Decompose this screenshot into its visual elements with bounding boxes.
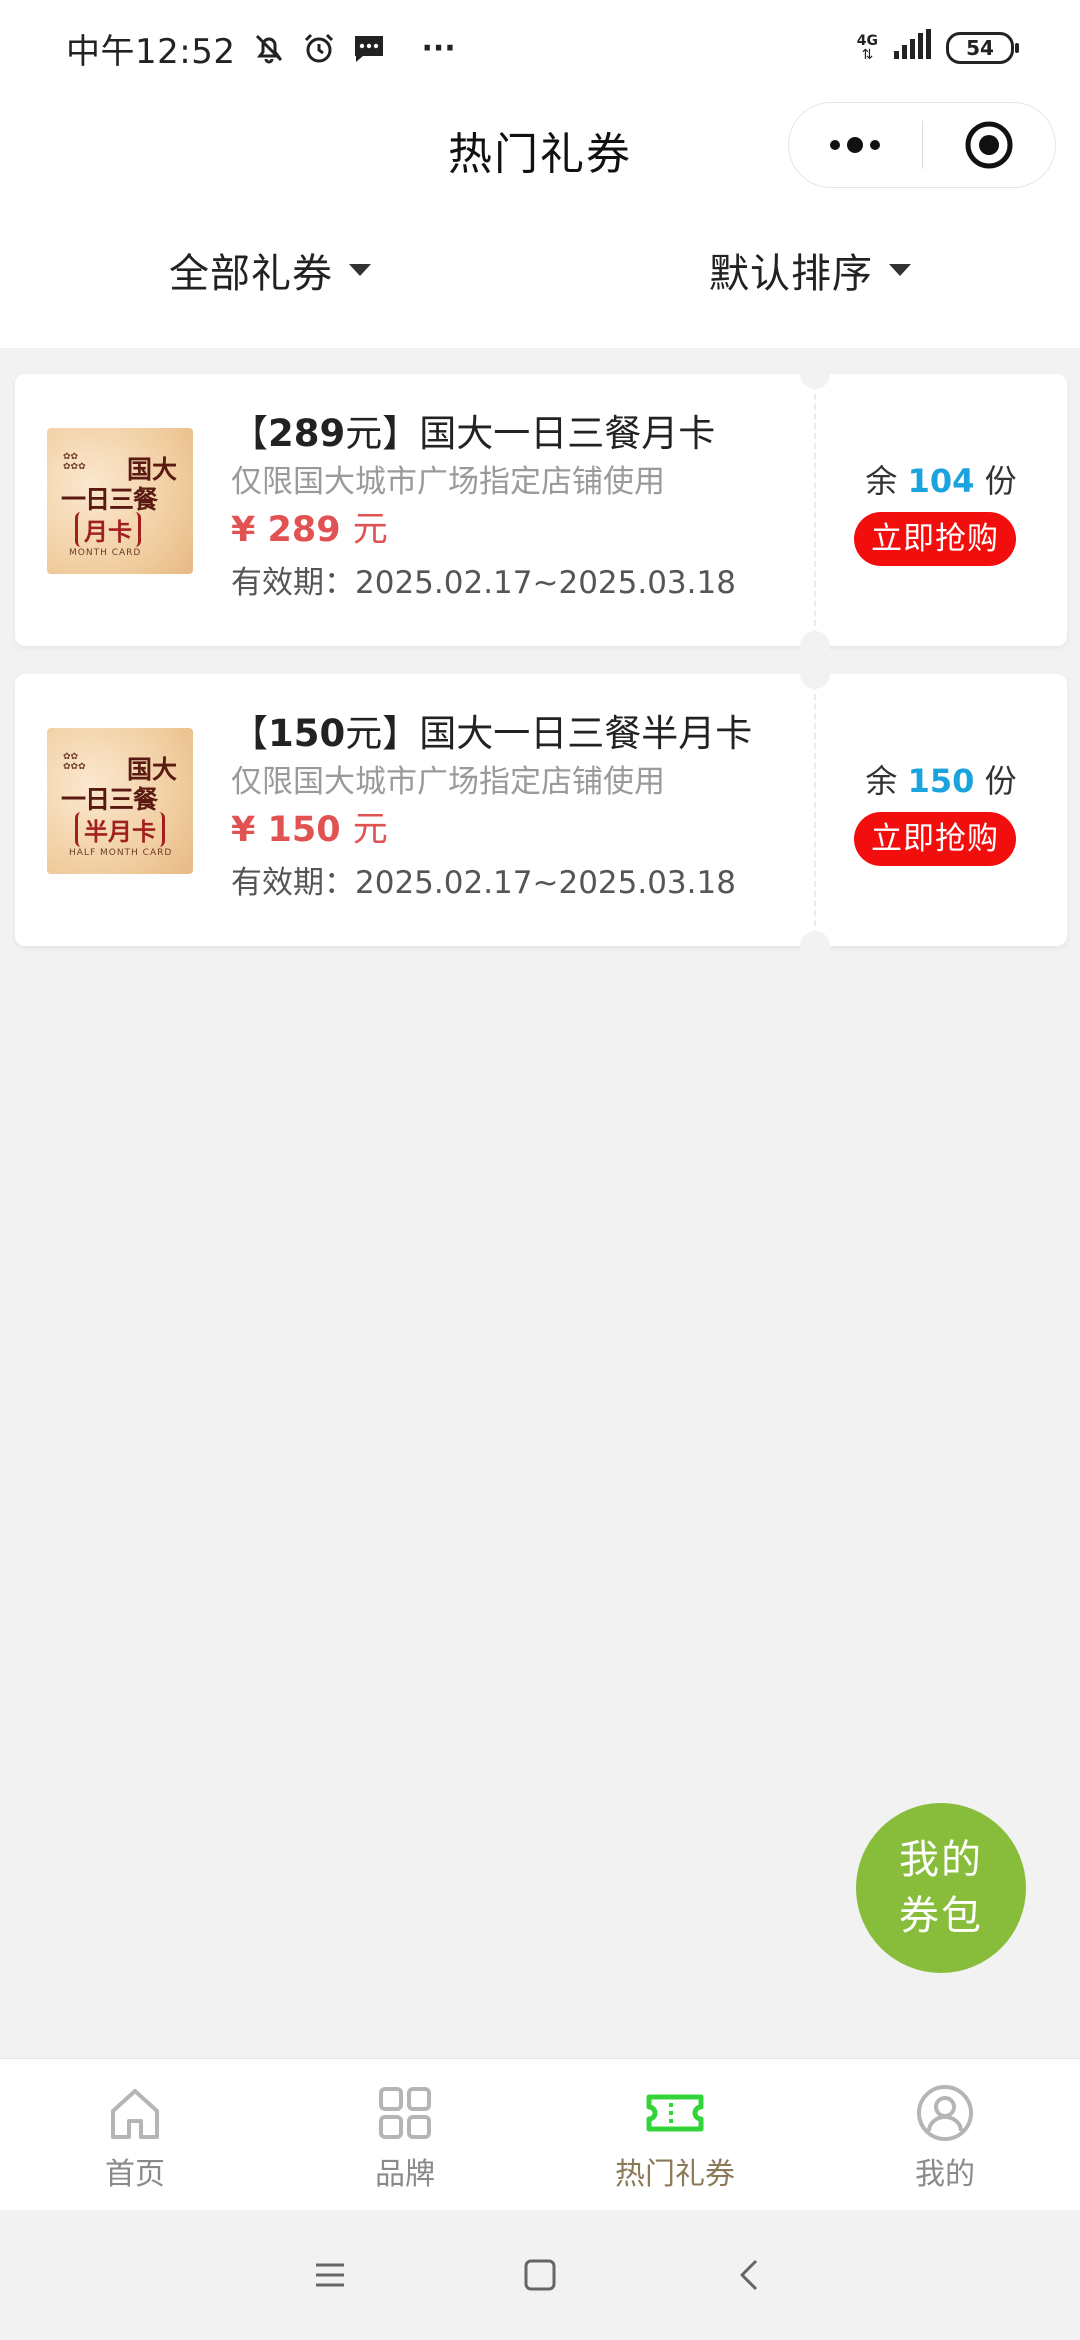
alarm-icon [301,30,337,66]
remain-suffix: 份 [984,462,1017,500]
coupon-image-text: MONTH CARD [69,548,142,558]
buy-now-button[interactable]: 立即抢购 [854,512,1016,566]
caret-down-icon [349,264,371,276]
remain-suffix: 份 [984,762,1017,800]
coupon-image: ✿✿ ✿✿✿ 国大 一日三餐 半月卡 HALF MONTH CARD [47,728,193,874]
currency-symbol: ¥ [231,810,256,850]
coupon-title: 【289元】国大一日三餐月卡 [231,408,811,460]
coupon-image-text: 月卡 [75,512,141,547]
network-indicator: 4G ⇅ [857,34,878,62]
coupon-title-amount: 289 [268,412,346,455]
message-icon [351,30,387,66]
battery-indicator: 54 [946,32,1019,64]
coupon-title: 【150元】国大一日三餐半月卡 [231,708,811,760]
tab-brand[interactable]: 品牌 [270,2059,540,2210]
target-close-icon [965,121,1013,169]
category-filter-label: 全部礼券 [169,251,333,297]
price-unit: 元 [352,510,388,550]
coupon-image-text: HALF MONTH CARD [69,848,173,858]
coupon-image-text: 半月卡 [75,812,165,847]
mini-program-capsule [788,102,1056,188]
nav-bar: 热门礼券 [0,96,1080,192]
close-button[interactable] [923,103,1056,187]
network-type: 4G [856,33,878,49]
coupon-card[interactable]: ✿✿ ✿✿✿ 国大 一日三餐 月卡 MONTH CARD 【289元】国大一日三餐… [15,359,1067,661]
tab-home[interactable]: 首页 [0,2059,270,2210]
status-time: 中午12:52 [66,31,236,72]
remain-prefix: 余 [865,462,898,500]
status-right: 4G ⇅ 54 [857,28,1019,68]
coupon-validity: 有效期：2025.02.17~2025.03.18 [231,565,736,601]
coupon-side: 余 150 份 立即抢购 [815,674,1067,946]
signal-icon [892,28,932,68]
coupon-image: ✿✿ ✿✿✿ 国大 一日三餐 月卡 MONTH CARD [47,428,193,574]
home-icon [111,2089,159,2139]
tab-bar: 首页 品牌 热门礼券 我的 [0,2058,1080,2210]
filter-bar: 全部礼券 默认排序 [0,192,1080,348]
coupon-validity: 有效期：2025.02.17~2025.03.18 [231,865,736,901]
coupon-title-unit: 元 [345,712,383,755]
data-arrows-icon: ⇅ [861,47,874,63]
tab-mine[interactable]: 我的 [810,2059,1080,2210]
caret-down-icon [889,264,911,276]
currency-symbol: ¥ [231,510,256,550]
coupon-title-unit: 元 [345,412,383,455]
tab-label: 首页 [105,2157,165,2192]
category-filter[interactable]: 全部礼券 [0,192,540,348]
back-icon[interactable] [730,2255,770,2295]
status-more: ··· [421,30,456,66]
status-icons: ··· [251,30,456,66]
home-square-icon[interactable] [520,2255,560,2295]
buy-now-button[interactable]: 立即抢购 [854,812,1016,866]
remaining-stock: 余 150 份 [815,756,1067,802]
remain-count: 104 [907,462,975,500]
menu-icon[interactable] [310,2255,350,2295]
coupon-info: 【150元】国大一日三餐半月卡 仅限国大城市广场指定店铺使用 ¥ 150 元 有… [231,708,811,910]
coupon-card[interactable]: ✿✿ ✿✿✿ 国大 一日三餐 半月卡 HALF MONTH CARD 【150元】… [15,659,1067,961]
grid-icon [379,2087,431,2139]
sort-filter[interactable]: 默认排序 [540,192,1080,348]
coupon-description: 仅限国大城市广场指定店铺使用 [231,464,665,500]
status-bar: 中午12:52 ··· 4G ⇅ 54 [0,0,1080,96]
tab-label: 热门礼券 [615,2157,735,2192]
coupon-info: 【289元】国大一日三餐月卡 仅限国大城市广场指定店铺使用 ¥ 289 元 有效… [231,408,811,610]
user-icon [917,2085,973,2141]
more-button[interactable] [789,103,922,187]
system-nav-bar [0,2210,1080,2340]
remaining-stock: 余 104 份 [815,456,1067,502]
price-value: 150 [267,810,341,850]
coupon-price: ¥ 150 元 [231,804,811,856]
my-coupon-wallet-button[interactable]: 我的 券包 [856,1803,1026,1973]
bracket-close: 】 [382,412,420,455]
bracket-close: 】 [382,712,420,755]
wallet-label-line1: 我的 [899,1837,983,1883]
coupon-image-text: 一日三餐 [61,485,158,514]
price-value: 289 [267,510,341,550]
tab-hot-coupons[interactable]: 热门礼券 [540,2059,810,2210]
tab-label: 我的 [915,2157,975,2192]
coupon-title-name: 国大一日三餐月卡 [419,412,716,455]
price-unit: 元 [352,810,388,850]
more-dots-icon [830,137,881,153]
page: 中午12:52 ··· 4G ⇅ 54 热门礼券 全部礼券 默认排序 ✿✿ ✿✿… [0,0,1080,2340]
remain-count: 150 [907,762,975,800]
coupon-description: 仅限国大城市广场指定店铺使用 [231,764,665,800]
bracket-open: 【 [231,712,268,755]
remain-prefix: 余 [865,762,898,800]
coupon-title-amount: 150 [268,712,346,755]
coupon-image-text: 一日三餐 [61,785,158,814]
tab-label: 品牌 [375,2157,435,2192]
coupon-image-logo: ✿✿ ✿✿✿ [63,752,86,772]
bell-muted-icon [251,30,287,66]
coupon-image-logo: ✿✿ ✿✿✿ [63,452,86,472]
sort-filter-label: 默认排序 [709,251,873,297]
coupon-title-name: 国大一日三餐半月卡 [419,712,753,755]
wallet-label-line2: 券包 [899,1893,983,1939]
coupon-side: 余 104 份 立即抢购 [815,374,1067,646]
bracket-open: 【 [231,412,268,455]
ticket-icon [646,2094,704,2132]
coupon-price: ¥ 289 元 [231,504,811,556]
